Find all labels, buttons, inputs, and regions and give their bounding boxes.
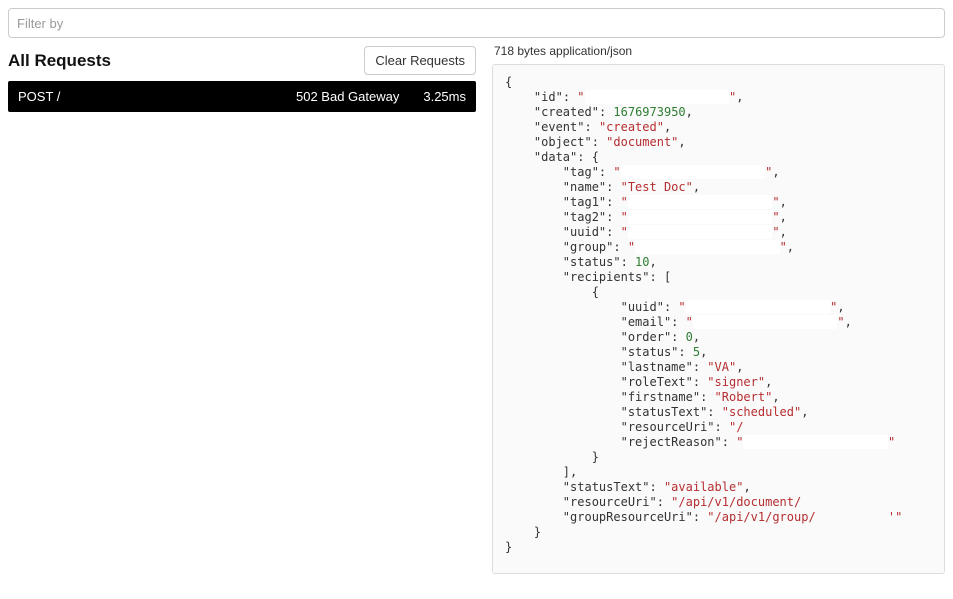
request-latency: 3.25ms [423, 89, 466, 104]
requests-title: All Requests [8, 51, 111, 71]
response-body[interactable]: { "id": " ", "created": 1676973950, "eve… [492, 64, 945, 574]
clear-requests-button[interactable]: Clear Requests [364, 46, 476, 75]
main-columns: All Requests Clear Requests POST /502 Ba… [8, 44, 945, 574]
response-panel: 718 bytes application/json { "id": " ", … [492, 44, 945, 574]
requests-list: POST /502 Bad Gateway 3.25ms [8, 81, 476, 112]
filter-bar [8, 8, 945, 38]
request-status: 502 Bad Gateway [296, 89, 399, 104]
filter-input[interactable] [8, 8, 945, 38]
requests-panel: All Requests Clear Requests POST /502 Ba… [8, 44, 476, 112]
request-method-path: POST / [18, 89, 296, 104]
response-meta: 718 bytes application/json [494, 44, 945, 58]
request-row[interactable]: POST /502 Bad Gateway 3.25ms [8, 81, 476, 112]
requests-header: All Requests Clear Requests [8, 44, 476, 81]
